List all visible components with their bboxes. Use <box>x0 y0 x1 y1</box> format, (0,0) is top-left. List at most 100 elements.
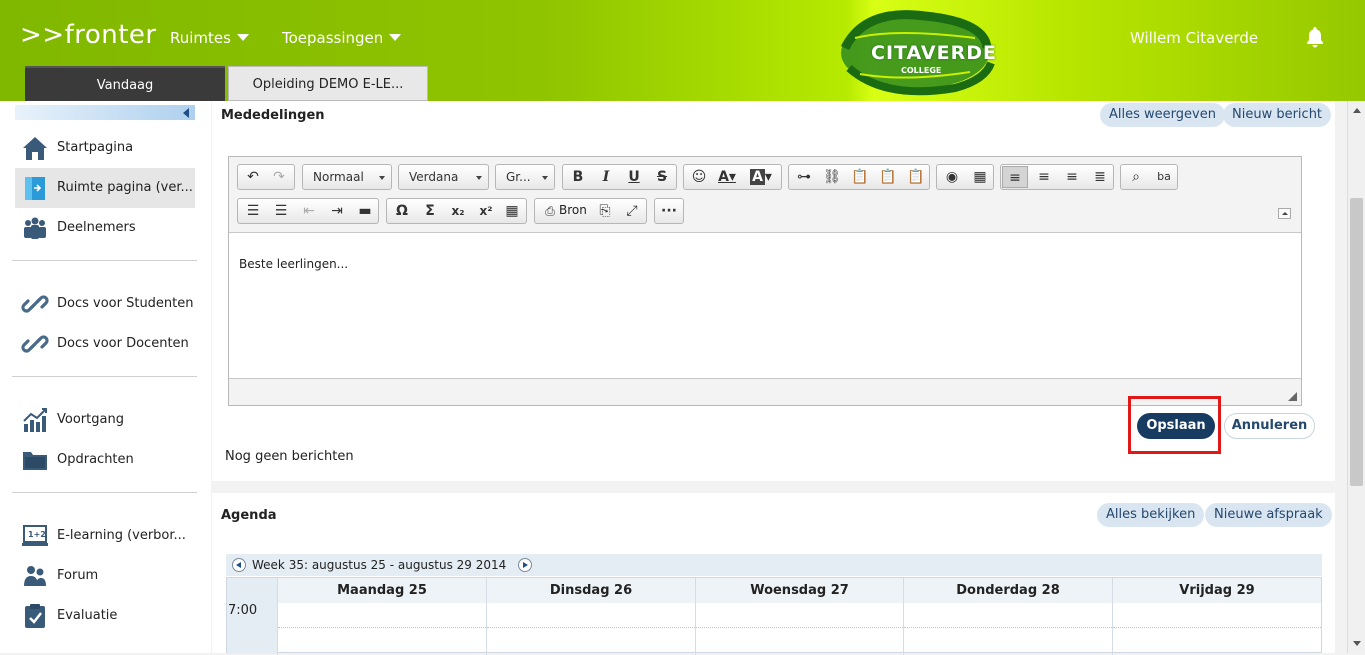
editor-text: Beste leerlingen... <box>239 257 349 271</box>
caret-down-icon <box>389 34 402 41</box>
dropdown-arrow-icon <box>542 176 548 180</box>
bold-icon[interactable]: B <box>565 166 591 188</box>
bulleted-list-icon[interactable]: ☰ <box>268 200 294 222</box>
sidebar-item-evaluatie[interactable]: Evaluatie <box>15 596 195 636</box>
sidebar-item-startpagina[interactable]: Startpagina <box>15 128 195 168</box>
paste-word-icon[interactable]: 📋 <box>903 166 929 188</box>
paste-icon[interactable]: 📋 <box>847 166 873 188</box>
indent-icon[interactable]: ⇥ <box>324 200 350 222</box>
day-column[interactable] <box>695 603 903 655</box>
maximize-icon[interactable]: ⤢ <box>619 200 645 222</box>
font-select[interactable]: Verdana <box>398 164 489 190</box>
day-column[interactable] <box>903 603 1112 655</box>
size-select-value: Gr... <box>506 170 531 184</box>
undo-icon[interactable]: ↶ <box>240 166 266 188</box>
more-icon[interactable]: ··· <box>656 200 682 222</box>
compass-icon[interactable]: ◉ <box>939 166 965 188</box>
sidebar-item-docs-studenten[interactable]: Docs voor Studenten <box>15 284 195 324</box>
sidebar-item-ruimte-pagina[interactable]: Ruimte pagina (ver... <box>15 168 195 208</box>
preview-icon[interactable]: ⎘ <box>592 200 618 222</box>
menu-ruimtes[interactable]: Ruimtes <box>170 29 249 47</box>
text-color-icon[interactable]: A▾ <box>714 166 740 188</box>
resize-grip-icon[interactable] <box>1288 392 1297 401</box>
bell-icon[interactable] <box>1303 25 1327 49</box>
numbered-list-icon[interactable]: ☰ <box>240 200 266 222</box>
sidebar-collapse-button[interactable] <box>15 105 195 120</box>
undo-redo-group: ↶ ↷ <box>237 164 295 190</box>
outdent-icon[interactable]: ⇤ <box>296 200 322 222</box>
view-all-button[interactable]: Alles bekijken <box>1097 503 1205 527</box>
home-icon <box>21 134 49 162</box>
dropdown-arrow-icon <box>379 176 385 180</box>
redo-icon[interactable]: ↷ <box>266 166 292 188</box>
previous-week-icon[interactable] <box>232 558 246 572</box>
align-left-icon[interactable]: ≡ <box>1002 166 1028 188</box>
menu-toepassingen[interactable]: Toepassingen <box>282 29 402 47</box>
format-select-value: Normaal <box>313 170 364 184</box>
sidebar-item-label: Startpagina <box>57 140 134 155</box>
sidebar-item-voortgang[interactable]: Voortgang <box>15 400 195 440</box>
day-column[interactable] <box>277 603 486 655</box>
smiley-icon[interactable]: ☺ <box>686 166 712 188</box>
rich-text-editor: ↶ ↷ Normaal Verdana Gr... B I U S ☺ A▾ A… <box>228 156 1302 406</box>
omega-icon[interactable]: Ω <box>389 200 415 222</box>
replace-icon[interactable]: ba <box>1151 166 1177 188</box>
new-message-button[interactable]: Nieuw bericht <box>1223 103 1332 127</box>
subscript-icon[interactable]: x₂ <box>445 200 471 222</box>
tab-opleiding[interactable]: Opleiding DEMO E-LE... <box>228 66 428 101</box>
scroll-up-icon[interactable] <box>1353 108 1361 113</box>
day-header: Vrijdag 29 <box>1112 578 1321 603</box>
size-select[interactable]: Gr... <box>495 164 555 190</box>
scroll-down-icon[interactable] <box>1353 641 1361 646</box>
paste-text-icon[interactable]: 📋 <box>875 166 901 188</box>
vertical-scrollbar[interactable] <box>1347 101 1365 653</box>
link-icon[interactable]: ⊶ <box>791 166 817 188</box>
sigma-icon[interactable]: Σ <box>417 200 443 222</box>
elearning-icon: 1+2 <box>21 522 49 550</box>
day-column[interactable] <box>1112 603 1321 655</box>
show-all-button[interactable]: Alles weergeven <box>1100 103 1225 127</box>
brand-name: CITAVERDE <box>871 42 997 64</box>
sidebar-item-docs-docenten[interactable]: Docs voor Docenten <box>15 324 195 364</box>
dropdown-arrow-icon <box>476 176 482 180</box>
search-icon[interactable]: ⌕ <box>1123 166 1149 188</box>
cancel-button[interactable]: Annuleren <box>1224 413 1315 439</box>
underline-icon[interactable]: U <box>621 166 647 188</box>
scroll-thumb[interactable] <box>1350 198 1363 486</box>
sidebar-item-label: Docs voor Docenten <box>57 336 189 351</box>
align-justify-icon[interactable]: ≣ <box>1087 166 1113 188</box>
caret-down-icon <box>236 34 249 41</box>
day-column[interactable] <box>486 603 695 655</box>
save-button[interactable]: Opslaan <box>1137 413 1215 439</box>
unlink-icon[interactable]: ⛓ <box>819 166 845 188</box>
media-group: ◉ ▦ <box>936 164 994 190</box>
horizontal-rule-icon[interactable]: ▬ <box>352 200 378 222</box>
italic-icon[interactable]: I <box>593 166 619 188</box>
align-right-icon[interactable]: ≡ <box>1059 166 1085 188</box>
new-appointment-button[interactable]: Nieuwe afspraak <box>1205 503 1332 527</box>
image-icon[interactable]: ▦ <box>967 166 993 188</box>
fronter-logo[interactable]: >>fronter <box>20 20 157 50</box>
week-label: Week 35: augustus 25 - augustus 29 2014 <box>252 558 507 572</box>
top-navigation-bar: >>fronter Ruimtes Toepassingen CITAVERDE… <box>0 0 1365 101</box>
collapse-toolbar-button[interactable] <box>1278 208 1291 219</box>
next-week-icon[interactable] <box>518 558 532 572</box>
format-select[interactable]: Normaal <box>302 164 392 190</box>
table-icon[interactable]: ▦ <box>499 200 525 222</box>
day-header: Maandag 25 <box>277 578 486 603</box>
tab-vandaag[interactable]: Vandaag <box>25 66 225 101</box>
sidebar-item-e-learning[interactable]: 1+2 E-learning (verbor... <box>15 516 195 556</box>
strikethrough-icon[interactable]: S <box>649 166 675 188</box>
editor-content-area[interactable]: Beste leerlingen... <box>229 232 1301 379</box>
insert-color-group: ☺ A▾ A ▾ <box>683 164 782 190</box>
sidebar-item-deelnemers[interactable]: Deelnemers <box>15 208 195 248</box>
sidebar-item-opdrachten[interactable]: Opdrachten <box>15 440 195 480</box>
superscript-icon[interactable]: x² <box>473 200 499 222</box>
sidebar-item-forum[interactable]: Forum <box>15 556 195 596</box>
source-label[interactable]: Bron <box>559 203 587 217</box>
background-color-icon[interactable]: A ▾ <box>748 166 774 188</box>
svg-text:1+2: 1+2 <box>28 530 46 539</box>
menu-ruimtes-label: Ruimtes <box>170 29 231 47</box>
user-menu[interactable]: Willem Citaverde <box>1130 29 1265 47</box>
align-center-icon[interactable]: ≡ <box>1031 166 1057 188</box>
